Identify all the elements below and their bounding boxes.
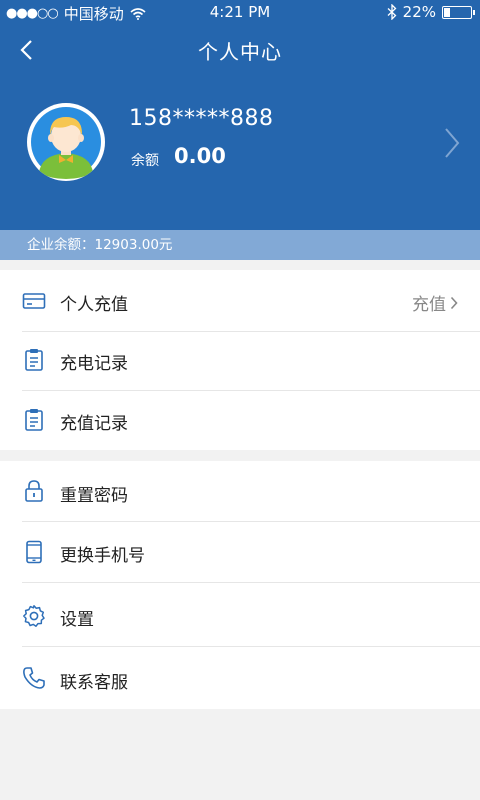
menu-item-reset-password[interactable]: 重置密码 — [0, 461, 480, 521]
recharge-link[interactable]: 充值 — [412, 290, 458, 315]
battery-fill — [444, 7, 450, 17]
header: ●●●○○ 中国移动 4:21 PM 22% 个人中心 158*****888 … — [0, 0, 480, 230]
clipboard-icon — [25, 349, 43, 371]
menu-item-label: 重置密码 — [60, 486, 128, 506]
menu-item-settings[interactable]: 设置 — [0, 583, 480, 646]
user-avatar-icon — [31, 107, 101, 179]
phone-icon — [23, 667, 45, 689]
menu-item-customer-service[interactable]: 联系客服 — [0, 647, 480, 709]
bluetooth-icon — [387, 4, 397, 20]
card-icon — [22, 293, 46, 309]
avatar[interactable] — [27, 103, 105, 181]
company-balance-bar: 企业余额：12903.00元 — [0, 230, 480, 260]
menu-item-charging-records[interactable]: 充电记录 — [0, 332, 480, 390]
menu-group-account: 重置密码 更换手机号 设置 联系客服 — [0, 461, 480, 709]
menu-item-label: 更换手机号 — [60, 546, 145, 566]
balance-value: 0.00 — [174, 144, 226, 168]
mobile-phone-icon — [26, 540, 42, 564]
battery-icon — [442, 5, 475, 19]
user-phone: 158*****888 — [129, 106, 274, 131]
balance-label: 余额 — [131, 153, 159, 169]
menu-item-label: 充电记录 — [60, 354, 128, 374]
recharge-link-label: 充值 — [412, 295, 446, 315]
lock-icon — [25, 480, 43, 502]
chevron-right-small-icon — [450, 296, 458, 309]
menu-item-label: 个人充值 — [60, 295, 128, 315]
nav-bar: 个人中心 — [0, 28, 480, 72]
chevron-right-icon[interactable] — [442, 126, 462, 160]
status-bar: ●●●○○ 中国移动 4:21 PM 22% — [0, 0, 480, 26]
menu-item-change-phone[interactable]: 更换手机号 — [0, 522, 480, 582]
menu-item-label: 联系客服 — [60, 673, 128, 693]
profile-card[interactable]: 158*****888 余额 0.00 — [0, 96, 480, 196]
menu-item-label: 设置 — [60, 610, 94, 630]
menu-item-recharge-records[interactable]: 充值记录 — [0, 391, 480, 450]
menu-item-personal-recharge[interactable]: 个人充值 充值 — [0, 270, 480, 331]
gear-icon — [23, 605, 45, 627]
clipboard-icon — [25, 409, 43, 431]
status-right: 22% — [387, 3, 475, 21]
menu-group-recharge: 个人充值 充值 充电记录 充值记录 — [0, 270, 480, 450]
page-title: 个人中心 — [198, 40, 282, 64]
menu-item-label: 充值记录 — [60, 414, 128, 434]
battery-percent: 22% — [402, 3, 436, 21]
